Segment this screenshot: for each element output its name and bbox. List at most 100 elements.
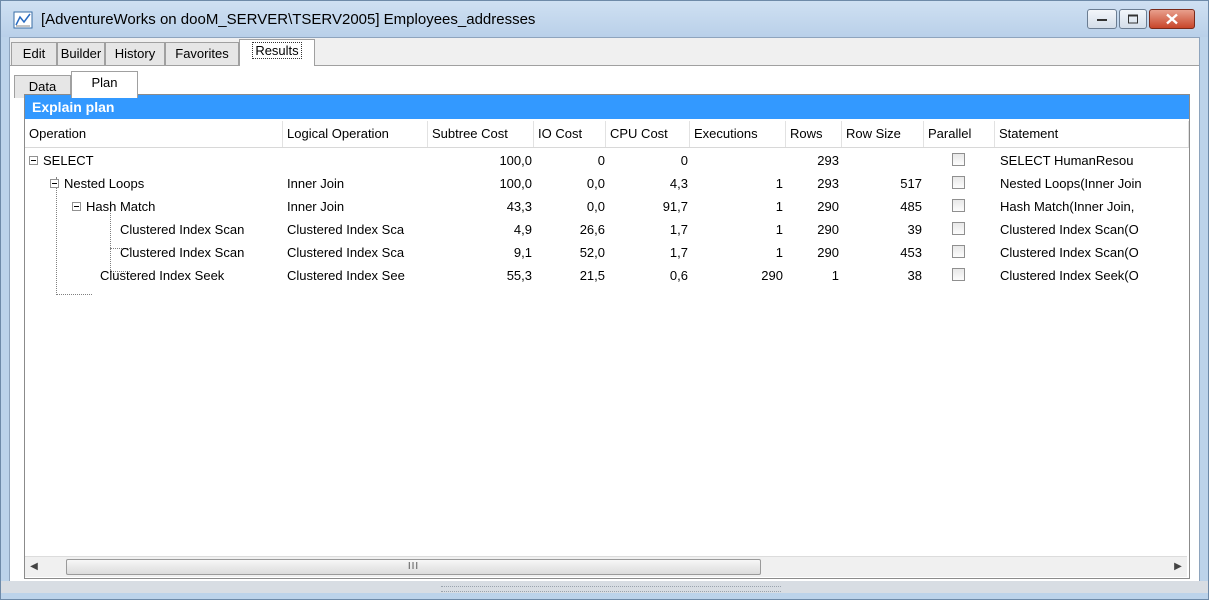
executions-cell: 1 xyxy=(775,222,783,237)
close-button[interactable] xyxy=(1149,9,1195,29)
grid-title: Explain plan xyxy=(25,95,1189,119)
column-header-cpu-cost[interactable]: CPU Cost xyxy=(606,121,690,147)
subtab-label: Data xyxy=(28,79,57,94)
tab-label: Builder xyxy=(60,46,102,61)
title-bar[interactable]: [AdventureWorks on dooM_SERVER\TSERV2005… xyxy=(1,1,1208,37)
parallel-checkbox[interactable] xyxy=(952,222,965,235)
splitter-grip[interactable] xyxy=(441,586,781,592)
tab-label: History xyxy=(114,46,156,61)
column-header-parallel[interactable]: Parallel xyxy=(924,121,995,147)
statement-cell: Nested Loops(Inner Join xyxy=(1000,176,1142,191)
minimize-button[interactable] xyxy=(1087,9,1117,29)
io-cost-cell: 21,5 xyxy=(579,268,605,283)
row-size-cell: 39 xyxy=(907,222,922,237)
tab-edit[interactable]: Edit xyxy=(11,42,57,65)
tree-connector xyxy=(56,294,92,295)
scrollbar-thumb[interactable]: III xyxy=(66,559,761,575)
horizontal-scrollbar[interactable]: ◀ III ▶ xyxy=(25,556,1187,577)
close-icon xyxy=(1166,13,1178,25)
subtree-cost-cell: 9,1 xyxy=(513,245,532,260)
column-header-rows[interactable]: Rows xyxy=(786,121,842,147)
subtab-label: Plan xyxy=(91,75,118,90)
minimize-icon xyxy=(1097,19,1107,21)
io-cost-cell: 0,0 xyxy=(586,199,605,214)
cpu-cost-cell: 0,6 xyxy=(669,268,688,283)
io-cost-cell: 52,0 xyxy=(579,245,605,260)
operation-cell: SELECT xyxy=(43,153,94,168)
executions-cell: 1 xyxy=(775,245,783,260)
table-row[interactable]: Nested Loops Inner Join 100,0 0,0 4,3 1 293 517… xyxy=(25,172,1187,195)
tab-builder[interactable]: Builder xyxy=(57,42,105,65)
parallel-checkbox[interactable] xyxy=(952,199,965,212)
logical-operation-cell: Inner Join xyxy=(287,199,345,214)
statement-cell: Clustered Index Scan(O xyxy=(1000,222,1139,237)
operation-cell: Clustered Index Seek xyxy=(100,268,225,283)
table-row[interactable]: Clustered Index Scan Clustered Index Sca 4… xyxy=(25,218,1187,241)
rows-cell: 293 xyxy=(817,176,839,191)
statement-cell: SELECT HumanResou xyxy=(1000,153,1134,168)
operation-cell: Clustered Index Scan xyxy=(120,222,245,237)
row-size-cell: 517 xyxy=(900,176,922,191)
table-row[interactable]: Clustered Index Scan Clustered Index Sca 9… xyxy=(25,241,1187,264)
row-size-cell xyxy=(842,149,922,172)
tab-label: Edit xyxy=(22,46,46,61)
logical-operation-cell xyxy=(287,149,428,172)
table-row[interactable]: Clustered Index Seek Clustered Index See 5… xyxy=(25,264,1187,287)
column-header-logical-operation[interactable]: Logical Operation xyxy=(283,121,428,147)
column-header-subtree-cost[interactable]: Subtree Cost xyxy=(428,121,534,147)
maximize-button[interactable] xyxy=(1119,9,1147,29)
statement-cell: Hash Match(Inner Join, xyxy=(1000,199,1135,214)
query-window: [AdventureWorks on dooM_SERVER\TSERV2005… xyxy=(0,0,1209,600)
executions-cell xyxy=(690,149,783,172)
rows-cell: 293 xyxy=(817,153,839,168)
row-size-cell: 485 xyxy=(900,199,922,214)
subtree-cost-cell: 100,0 xyxy=(499,153,532,168)
query-plan-icon xyxy=(13,11,33,29)
collapse-node-icon[interactable] xyxy=(29,156,38,165)
parallel-checkbox[interactable] xyxy=(952,176,965,189)
column-header-row-size[interactable]: Row Size xyxy=(842,121,924,147)
column-header-executions[interactable]: Executions xyxy=(690,121,786,147)
editor-tabs: Edit Builder History Favorites Results xyxy=(10,38,1199,66)
column-header-io-cost[interactable]: IO Cost xyxy=(534,121,606,147)
rows-cell: 290 xyxy=(817,199,839,214)
table-row[interactable]: SELECT 100,0 0 0 293 SELECT HumanResou xyxy=(25,149,1187,172)
table-row[interactable]: Hash Match Inner Join 43,3 0,0 91,7 1 290 485 Ha… xyxy=(25,195,1187,218)
cpu-cost-cell: 1,7 xyxy=(669,245,688,260)
maximize-icon xyxy=(1128,14,1138,24)
executions-cell: 290 xyxy=(761,268,783,283)
scrollbar-grip: III xyxy=(407,561,420,572)
executions-cell: 1 xyxy=(775,199,783,214)
scroll-left-arrow-icon[interactable]: ◀ xyxy=(25,557,43,577)
explain-plan-grid[interactable]: Explain plan Operation Logical Operation… xyxy=(24,94,1190,579)
parallel-checkbox[interactable] xyxy=(952,153,965,166)
splitter[interactable] xyxy=(1,581,1208,593)
collapse-node-icon[interactable] xyxy=(72,202,81,211)
column-header-statement[interactable]: Statement xyxy=(995,121,1189,147)
scroll-right-arrow-icon[interactable]: ▶ xyxy=(1169,557,1187,577)
parallel-checkbox[interactable] xyxy=(952,268,965,281)
rows-cell: 290 xyxy=(817,222,839,237)
subtree-cost-cell: 43,3 xyxy=(506,199,532,214)
parallel-checkbox[interactable] xyxy=(952,245,965,258)
cpu-cost-cell: 0 xyxy=(680,153,688,168)
column-header-operation[interactable]: Operation xyxy=(25,121,283,147)
collapse-node-icon[interactable] xyxy=(50,179,59,188)
cpu-cost-cell: 1,7 xyxy=(669,222,688,237)
cpu-cost-cell: 4,3 xyxy=(669,176,688,191)
logical-operation-cell: Inner Join xyxy=(287,176,345,191)
tab-history[interactable]: History xyxy=(105,42,165,65)
subtree-cost-cell: 55,3 xyxy=(506,268,532,283)
rows-cell: 290 xyxy=(817,245,839,260)
tab-results[interactable]: Results xyxy=(239,39,315,66)
cpu-cost-cell: 91,7 xyxy=(662,199,688,214)
io-cost-cell: 26,6 xyxy=(579,222,605,237)
tab-label: Favorites xyxy=(175,46,229,61)
logical-operation-cell: Clustered Index Sca xyxy=(287,245,405,260)
tab-favorites[interactable]: Favorites xyxy=(165,42,239,65)
subtab-plan[interactable]: Plan xyxy=(71,71,138,98)
operation-cell: Nested Loops xyxy=(64,176,145,191)
operation-cell: Clustered Index Scan xyxy=(120,245,245,260)
io-cost-cell: 0 xyxy=(597,153,605,168)
row-size-cell: 38 xyxy=(907,268,922,283)
